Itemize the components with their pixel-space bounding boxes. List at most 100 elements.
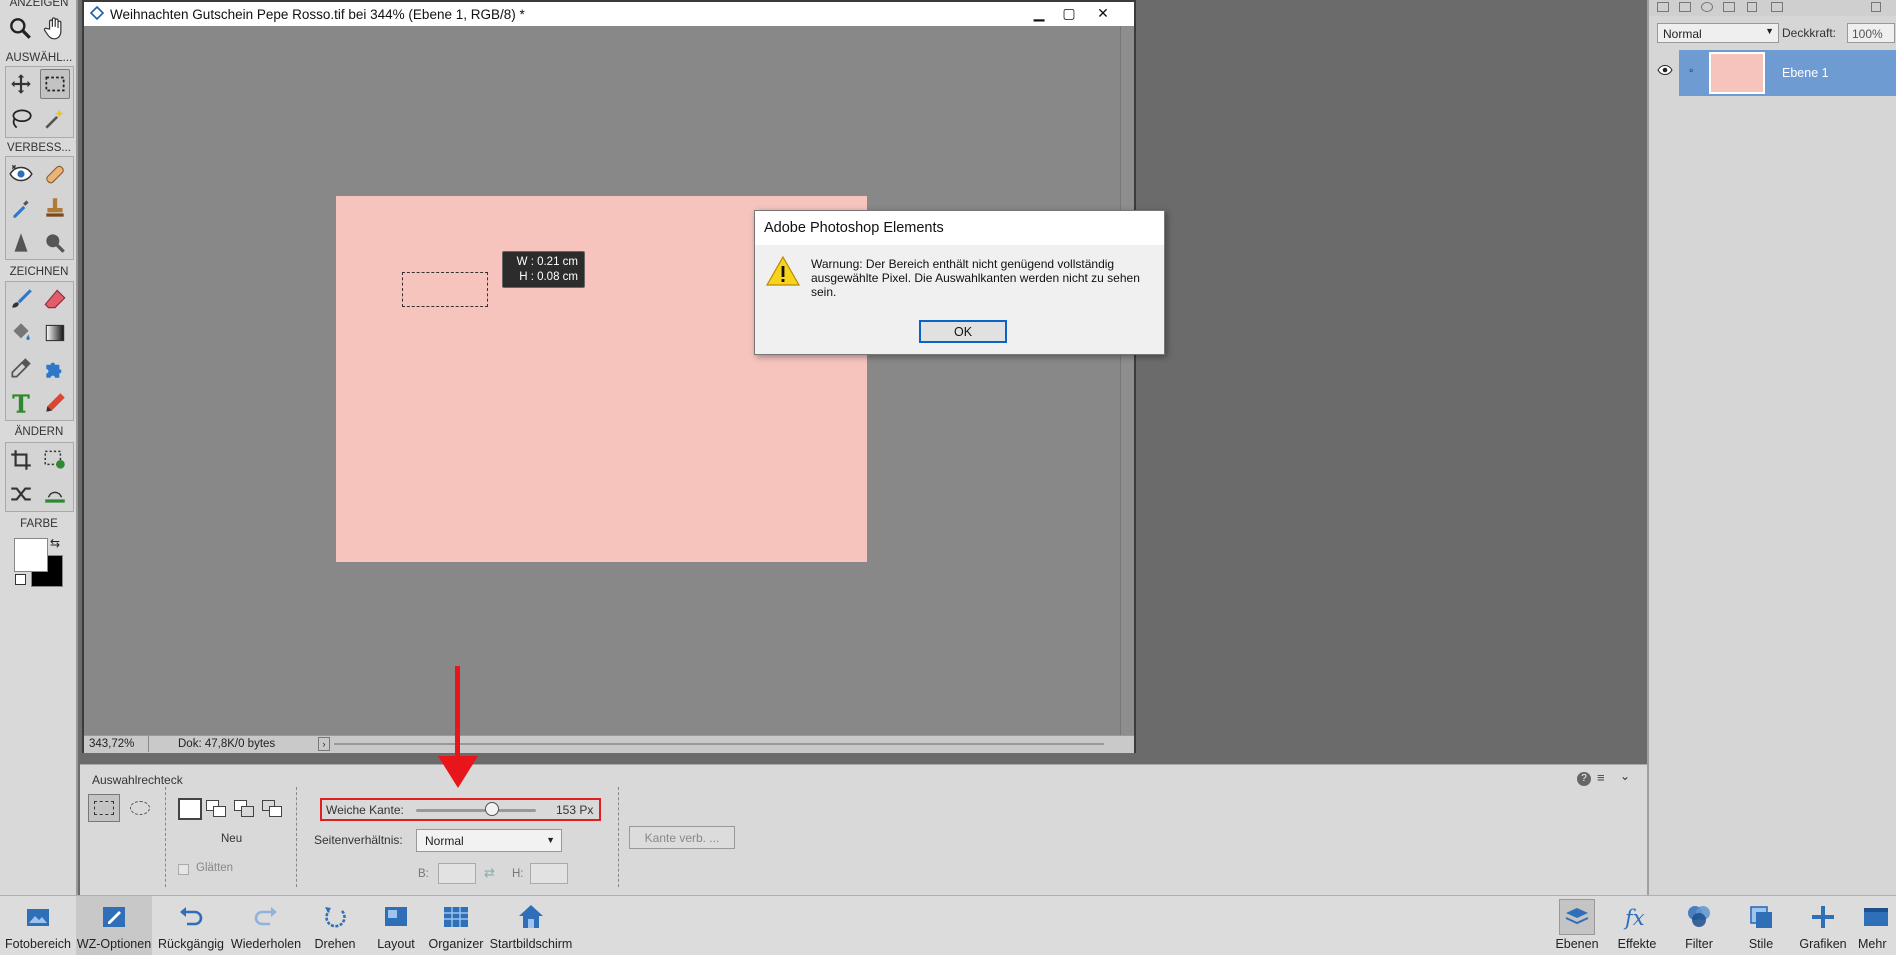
document-info: Dok: 47,8K/0 bytes xyxy=(178,738,276,750)
layer-name[interactable]: Ebene 1 xyxy=(1782,66,1829,80)
feather-value[interactable]: 153 Px xyxy=(556,803,593,817)
recompose-tool[interactable] xyxy=(40,445,70,475)
ok-button[interactable]: OK xyxy=(919,320,1007,343)
crop-tool[interactable] xyxy=(6,445,36,475)
gradient-tool[interactable] xyxy=(40,318,70,348)
section-view-label: ANZEIGEN xyxy=(9,0,69,9)
hand-tool[interactable] xyxy=(40,13,70,43)
layer-row-ebene-1[interactable]: ⚬ Ebene 1 xyxy=(1679,50,1896,96)
photo-bin-button[interactable]: Fotobereich xyxy=(2,896,74,955)
custom-shape-tool[interactable] xyxy=(40,353,70,383)
more-button[interactable]: Mehr xyxy=(1858,896,1896,955)
graphics-button[interactable]: Grafiken xyxy=(1796,896,1850,955)
opacity-input[interactable]: 100% xyxy=(1847,23,1895,43)
chevron-down-icon: ▼ xyxy=(1765,26,1774,36)
close-button[interactable]: ✕ xyxy=(1088,3,1118,23)
layers-label: Ebenen xyxy=(1555,937,1599,951)
minimize-button[interactable]: ▁ xyxy=(1024,3,1054,23)
refine-edge-button[interactable]: Kante verb. ... xyxy=(629,826,735,849)
eyedropper-tool[interactable] xyxy=(6,353,36,383)
redo-button[interactable]: Wiederholen xyxy=(228,896,304,955)
zoom-level[interactable]: 343,72% xyxy=(89,738,134,750)
filter-label: Filter xyxy=(1685,937,1713,951)
maximize-button[interactable]: ▢ xyxy=(1054,3,1084,23)
collapse-chevron-icon[interactable]: ⌄ xyxy=(1620,769,1630,783)
feather-slider-knob[interactable] xyxy=(484,802,499,816)
horizontal-scrollbar[interactable] xyxy=(334,743,1104,745)
lock-all-icon[interactable] xyxy=(1771,2,1783,12)
zoom-tool[interactable] xyxy=(5,13,35,43)
lasso-tool[interactable] xyxy=(6,104,36,134)
lock-icon[interactable] xyxy=(1747,2,1757,12)
eraser-tool[interactable] xyxy=(40,284,70,314)
rotate-button[interactable]: Drehen xyxy=(308,896,362,955)
eyedropper-icon xyxy=(11,358,31,378)
home-screen-button[interactable]: Startbildschirm xyxy=(490,896,572,955)
layer-mask-icon[interactable] xyxy=(1723,2,1735,12)
dialog-message: Warnung: Der Bereich enthält nicht genüg… xyxy=(811,257,1140,299)
visibility-eye-icon[interactable] xyxy=(1657,64,1673,76)
vertical-scrollbar[interactable] xyxy=(1120,26,1134,736)
blend-mode-select[interactable]: Normal ▼ xyxy=(1657,23,1779,43)
spot-healing-tool[interactable] xyxy=(40,159,70,189)
feather-slider-track[interactable] xyxy=(416,809,536,812)
default-colors-icon[interactable] xyxy=(15,574,26,585)
warning-dialog: Adobe Photoshop Elements Warnung: Der Be… xyxy=(754,210,1165,355)
clone-stamp-tool[interactable] xyxy=(40,193,70,223)
type-tool[interactable] xyxy=(6,388,36,418)
magic-wand-tool[interactable] xyxy=(40,104,70,134)
info-menu-arrow-icon[interactable]: › xyxy=(318,737,330,751)
help-icon[interactable]: ? xyxy=(1577,772,1591,786)
document-titlebar[interactable]: Weihnachten Gutschein Pepe Rosso.tif bei… xyxy=(84,2,1134,26)
layout-button[interactable]: Layout xyxy=(370,896,422,955)
smooth-checkbox[interactable] xyxy=(178,864,189,875)
filter-icon xyxy=(1681,899,1717,935)
effects-button[interactable]: fx Effekte xyxy=(1612,896,1662,955)
elliptical-marquee-option[interactable] xyxy=(124,794,156,822)
layer-link-icon[interactable]: ⚬ xyxy=(1687,66,1695,77)
aspect-ratio-select[interactable]: Normal ▼ xyxy=(416,829,562,852)
new-group-icon[interactable] xyxy=(1679,2,1691,12)
rect-marquee-option[interactable] xyxy=(88,794,120,822)
pencil-tool[interactable] xyxy=(40,388,70,418)
paint-bucket-tool[interactable] xyxy=(6,318,36,348)
width-input[interactable] xyxy=(438,863,476,884)
swap-colors-icon[interactable]: ⇆ xyxy=(50,536,60,550)
content-aware-move-tool[interactable] xyxy=(6,479,36,509)
new-selection-button[interactable] xyxy=(178,798,202,820)
tool-options-button[interactable]: WZ-Optionen xyxy=(76,896,152,955)
chevron-down-icon: ▼ xyxy=(546,835,555,845)
move-tool[interactable] xyxy=(6,69,36,99)
subtract-selection-button[interactable] xyxy=(234,800,256,818)
blur-tool[interactable] xyxy=(6,228,36,258)
swap-dimensions-icon[interactable]: ⇄ xyxy=(484,865,495,881)
section-draw-label: ZEICHNEN xyxy=(9,266,69,278)
filter-button[interactable]: Filter xyxy=(1674,896,1724,955)
selection-width: W : 0.21 cm xyxy=(516,256,578,268)
photoshop-document-icon xyxy=(89,5,105,21)
undo-button[interactable]: Rückgängig xyxy=(156,896,226,955)
adjustment-layer-icon[interactable] xyxy=(1701,2,1713,12)
trash-icon[interactable] xyxy=(1871,2,1881,12)
rectangular-marquee-tool[interactable] xyxy=(40,69,70,99)
redo-label: Wiederholen xyxy=(230,937,302,951)
document-statusbar: 343,72% Dok: 47,8K/0 bytes › xyxy=(84,735,1134,753)
smart-brush-tool[interactable] xyxy=(6,193,36,223)
intersect-selection-button[interactable] xyxy=(262,800,284,818)
layers-panel-button[interactable]: Ebenen xyxy=(1552,896,1602,955)
magic-wand-icon xyxy=(45,109,65,129)
dialog-title: Adobe Photoshop Elements xyxy=(755,211,1164,245)
organizer-button[interactable]: Organizer xyxy=(426,896,486,955)
height-label: H: xyxy=(512,868,524,880)
red-eye-tool[interactable] xyxy=(6,159,36,189)
straighten-tool[interactable] xyxy=(40,479,70,509)
foreground-color-swatch-front[interactable] xyxy=(14,538,48,572)
styles-button[interactable]: Stile xyxy=(1736,896,1786,955)
sponge-tool[interactable] xyxy=(40,228,70,258)
options-menu-icon[interactable]: ≡ xyxy=(1597,770,1605,785)
effects-label: Effekte xyxy=(1617,937,1657,951)
new-layer-icon[interactable] xyxy=(1657,2,1669,12)
height-input[interactable] xyxy=(530,863,568,884)
brush-tool[interactable] xyxy=(6,284,36,314)
add-selection-button[interactable] xyxy=(206,800,228,818)
